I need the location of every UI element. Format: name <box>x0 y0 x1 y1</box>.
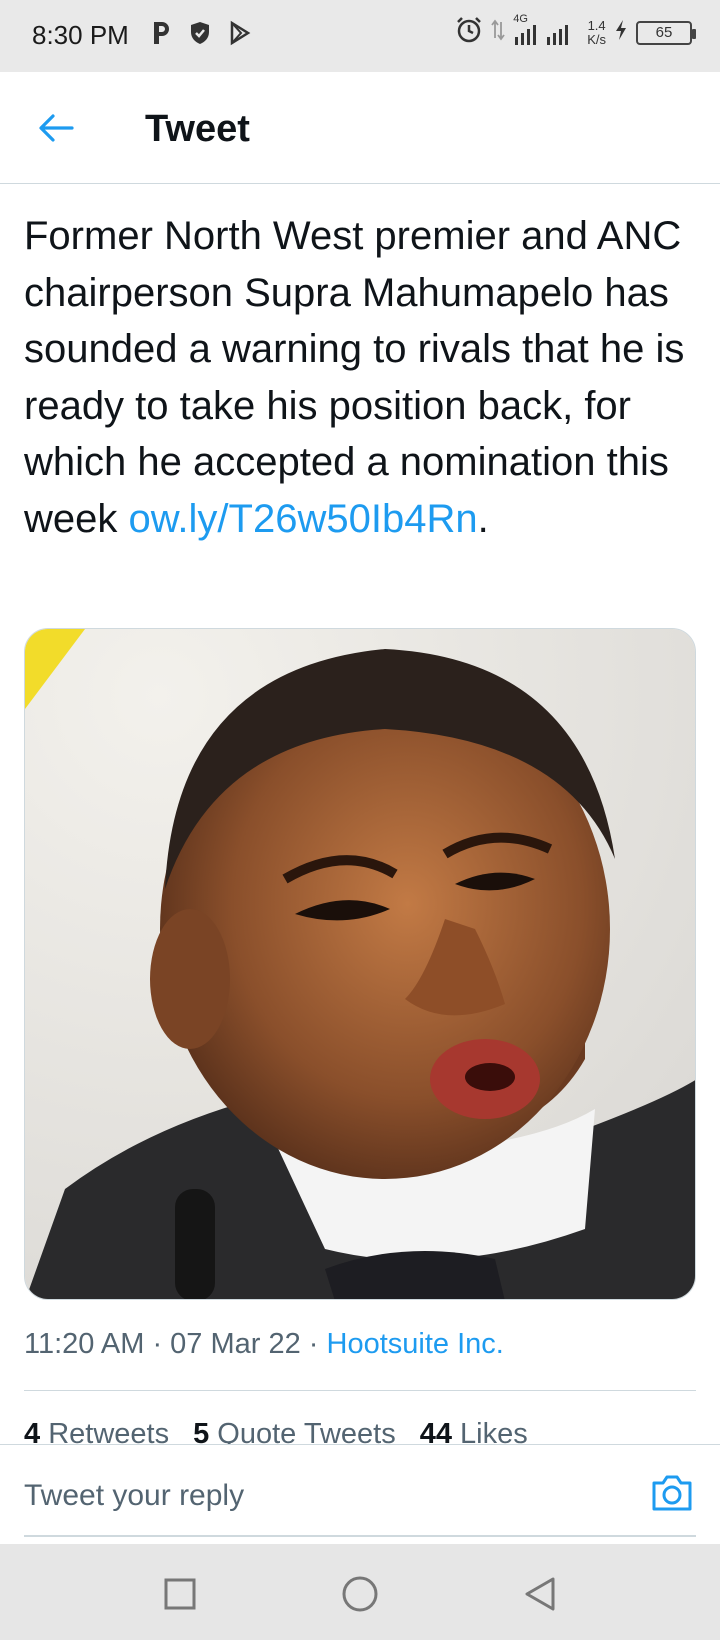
notification-icons <box>150 20 252 51</box>
tweet-link[interactable]: ow.ly/T26w50Ib4Rn <box>129 497 478 541</box>
camera-button[interactable] <box>646 1467 698 1519</box>
likes-stat[interactable]: 44 Likes <box>420 1418 528 1444</box>
quotes-label: Quote Tweets <box>217 1418 396 1444</box>
tweet-text-end: . <box>477 496 489 541</box>
parking-app-icon <box>150 20 172 51</box>
back-button[interactable] <box>30 102 82 154</box>
nav-back-button[interactable] <box>514 1568 566 1620</box>
likes-label: Likes <box>460 1418 528 1444</box>
quotes-count: 5 <box>193 1418 210 1444</box>
system-nav-bar <box>0 1544 720 1640</box>
signal-icon: 4G <box>513 13 579 47</box>
tweet-date: 07 Mar 22 <box>170 1328 301 1360</box>
back-arrow-icon <box>39 114 74 142</box>
battery-icon: 65 <box>636 20 696 45</box>
recents-button[interactable] <box>154 1568 206 1620</box>
camera-icon <box>652 1475 692 1511</box>
speed-value: 1.4 <box>587 17 606 33</box>
quote-tweets-stat[interactable]: 5 Quote Tweets <box>193 1418 396 1444</box>
play-store-icon <box>228 20 252 51</box>
circle-icon <box>342 1576 378 1612</box>
tweet-time: 11:20 AM <box>24 1328 145 1360</box>
status-time: 8:30 PM <box>32 20 129 50</box>
tweet-source-link[interactable]: Hootsuite Inc. <box>327 1328 504 1360</box>
tweet-text: Former North West premier and ANC chairp… <box>24 208 696 547</box>
portrait-photo <box>25 629 695 1299</box>
battery-level: 65 <box>655 24 673 41</box>
meta-separator: · <box>300 1328 327 1360</box>
tweet-timestamp: 11:20 AM · 07 Mar 22 · Hootsuite Inc. <box>24 1328 504 1361</box>
divider <box>24 1390 696 1391</box>
reply-underline <box>24 1535 696 1537</box>
network-speed: 1.4 K/s <box>587 17 606 47</box>
tweet-image[interactable] <box>24 628 696 1300</box>
retweets-label: Retweets <box>48 1418 170 1444</box>
tweet-body: Former North West premier and ANC chairp… <box>24 214 685 541</box>
shield-icon <box>188 20 212 51</box>
page-title: Tweet <box>145 108 250 150</box>
network-type: 4G <box>513 12 528 25</box>
reply-input[interactable]: Tweet your reply <box>24 1479 244 1513</box>
system-icons: 4G 1.4 K/s 65 <box>455 13 696 49</box>
charging-icon <box>614 19 628 46</box>
tweet-stats: 4 Retweets 5 Quote Tweets 44 Likes <box>0 1416 720 1444</box>
status-bar: 8:30 PM 4G 1.4 K/s 65 <box>0 0 720 72</box>
retweets-count: 4 <box>24 1418 41 1444</box>
likes-count: 44 <box>419 1418 452 1444</box>
speed-unit: K/s <box>587 31 606 47</box>
data-arrows-icon <box>491 18 505 47</box>
retweets-stat[interactable]: 4 Retweets <box>24 1418 169 1444</box>
home-button[interactable] <box>334 1568 386 1620</box>
app-header: Tweet <box>0 72 720 184</box>
reply-bar: Tweet your reply <box>0 1444 720 1544</box>
meta-separator: · <box>144 1328 171 1360</box>
triangle-back-icon <box>525 1577 555 1611</box>
alarm-icon <box>455 16 483 49</box>
square-icon <box>164 1578 196 1610</box>
